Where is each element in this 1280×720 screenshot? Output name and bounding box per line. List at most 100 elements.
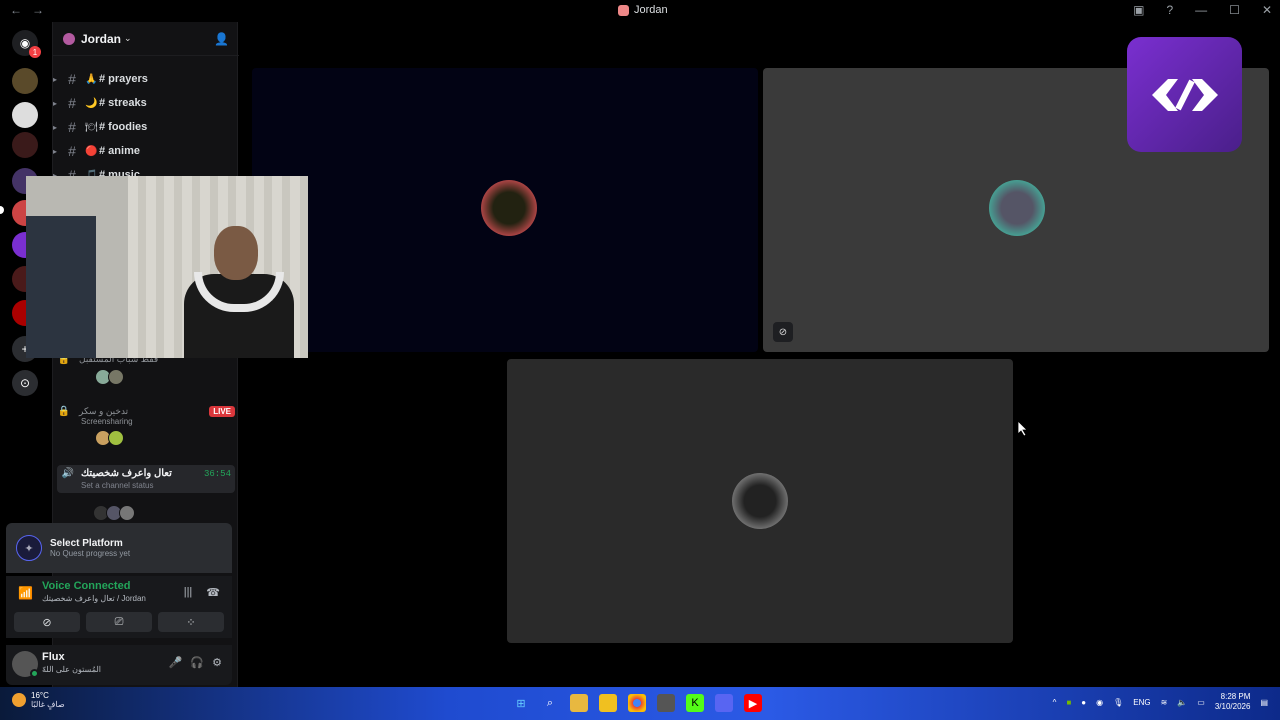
channel-item-streaks[interactable]: ▸ # 🌙 # streaks — [53, 92, 239, 114]
forward-icon[interactable]: → — [32, 3, 44, 17]
call-timer: 36:54 — [203, 468, 231, 479]
disconnect-icon[interactable]: ☎ — [206, 586, 220, 599]
channel-emoji: 🍽 — [85, 121, 98, 133]
username[interactable]: Flux — [42, 651, 65, 663]
voice-channel-name: تعال واعرف شخصيتك — [81, 468, 172, 479]
signal-icon[interactable]: 📶 — [18, 586, 33, 600]
camera-off-icon: ⊘ — [773, 322, 793, 342]
quest-subtitle: No Quest progress yet — [50, 549, 131, 558]
avatar[interactable] — [108, 369, 124, 385]
nvidia-icon[interactable]: ■ — [1066, 698, 1071, 707]
help-icon[interactable]: ? — [1166, 3, 1173, 17]
clock-time: 8:28 PM — [1220, 692, 1251, 701]
activities-button[interactable]: ⁘ — [158, 612, 224, 632]
channel-item-foodies[interactable]: ▸ # 🍽 # foodies — [53, 116, 239, 138]
hash-icon: # — [68, 143, 76, 159]
tray-app-icon[interactable]: ● — [1081, 698, 1086, 707]
stream-logo-overlay — [1127, 37, 1242, 152]
noise-suppression-icon[interactable]: ||| — [184, 586, 193, 599]
voice-channel-item[interactable]: 🔒 فقط شباب المستقبل — [57, 354, 235, 385]
clock[interactable]: 8:28 PM 3/10/2026 — [1215, 692, 1251, 712]
participant-avatar — [989, 180, 1045, 236]
channel-item-anime[interactable]: ▸ # 🔴 # anime — [53, 140, 239, 162]
mouse-cursor-icon — [1018, 421, 1028, 437]
settings-gear-icon[interactable]: ⚙ — [212, 656, 222, 669]
voice-members — [95, 430, 235, 446]
chevron-up-icon[interactable]: ^ — [1053, 698, 1057, 707]
chevron-right-icon: ▸ — [53, 98, 58, 108]
avatar[interactable] — [119, 505, 135, 521]
app-icon[interactable] — [657, 694, 675, 712]
avatar[interactable] — [12, 651, 39, 678]
voice-channel-path[interactable]: تعال واعرف شخصيتك / Jordan — [42, 594, 146, 603]
guild-header[interactable]: Jordan ⌄ 👤 — [53, 22, 239, 56]
channel-status-prompt[interactable]: Set a channel status — [81, 481, 231, 490]
window-title: Jordan — [618, 4, 668, 16]
chevron-right-icon: ▸ — [53, 146, 58, 156]
quest-title: Select Platform — [50, 538, 123, 549]
logo-mark-icon — [1151, 78, 1218, 111]
hash-icon: # — [68, 119, 76, 135]
weather-icon — [12, 693, 26, 707]
server-icon[interactable] — [12, 68, 38, 94]
steam-icon[interactable]: ◉ — [1096, 698, 1103, 707]
notifications-icon[interactable]: ▤ — [1260, 698, 1268, 707]
server-icon[interactable] — [12, 132, 38, 158]
user-panel: Flux المُستون على اللهّ 🎤 🎧 ⚙ — [6, 645, 232, 685]
participant-avatar — [732, 473, 788, 529]
inbox-icon[interactable]: ▣ — [1133, 3, 1144, 17]
channel-item-prayers[interactable]: ▸ # 🙏 # prayers — [53, 68, 239, 90]
lock-icon: 🔒 — [57, 406, 71, 417]
chevron-down-icon: ⌄ — [124, 33, 132, 43]
search-icon[interactable]: ⌕ — [541, 694, 559, 712]
battery-icon[interactable]: ▭ — [1197, 698, 1205, 707]
minimize-button[interactable]: — — [1195, 3, 1207, 17]
voice-channel-active[interactable]: 🔊 تعال واعرف شخصيتك 36:54 Set a channel … — [57, 465, 235, 493]
voice-channel-item[interactable]: 🔒 تدخين و سكر LIVE Screensharing — [57, 406, 235, 446]
voice-channel-name: تدخين و سكر — [79, 406, 129, 416]
participant-tile[interactable] — [507, 359, 1013, 643]
invite-icon[interactable]: 👤 — [214, 32, 229, 46]
avatar[interactable] — [108, 430, 124, 446]
voice-connected-label[interactable]: Voice Connected — [42, 580, 130, 592]
quest-panel[interactable]: ✦ Select Platform No Quest progress yet — [6, 523, 232, 573]
microphone-tray-icon[interactable]: 🎙 — [1113, 698, 1123, 707]
channel-emoji: 🌙 — [85, 97, 98, 109]
chrome-icon[interactable] — [628, 694, 646, 712]
back-icon[interactable]: ← — [10, 3, 22, 17]
voice-stage: ⊘ — [240, 22, 1280, 687]
discord-home-icon[interactable]: ◉ 1 — [12, 30, 41, 58]
store-icon[interactable] — [599, 694, 617, 712]
voice-channel-activity: Screensharing — [81, 417, 133, 426]
language-indicator[interactable]: ENG — [1133, 698, 1150, 707]
discord-icon[interactable] — [715, 694, 733, 712]
headphones-icon[interactable]: 🎧 — [190, 656, 204, 669]
discover-icon[interactable]: ⊙ — [12, 370, 38, 396]
server-icon[interactable] — [12, 102, 38, 128]
channel-name: # streaks — [99, 97, 147, 109]
participant-tile[interactable] — [252, 68, 758, 352]
kick-icon[interactable]: K — [686, 694, 704, 712]
share-screen-button[interactable]: ⎚ — [86, 612, 152, 632]
wifi-icon[interactable]: ≋ — [1161, 698, 1168, 707]
user-status: المُستون على اللهّ — [42, 665, 101, 674]
voice-members — [95, 369, 235, 385]
camera-off-button[interactable]: ⊘ — [14, 612, 80, 632]
youtube-icon[interactable]: ▶ — [744, 694, 762, 712]
channel-emoji: 🔴 — [85, 145, 98, 157]
volume-icon[interactable]: 🔈 — [1177, 698, 1187, 707]
os-taskbar: 16°C صافٍ غالبًا ⊞ ⌕ K ▶ ^ ■ ● ◉ 🎙 ENG ≋… — [0, 687, 1280, 720]
weather-widget[interactable]: 16°C صافٍ غالبًا — [12, 691, 65, 709]
online-status-dot — [30, 669, 39, 678]
participant-avatar — [481, 180, 537, 236]
start-icon[interactable]: ⊞ — [512, 694, 530, 712]
microphone-icon[interactable]: 🎤 — [169, 656, 183, 669]
window-controls: ▣ ? — ☐ ✕ — [1133, 3, 1272, 17]
channel-emoji: 🙏 — [85, 73, 98, 85]
channel-name: # anime — [99, 145, 140, 157]
maximize-button[interactable]: ☐ — [1229, 3, 1240, 17]
webcam-overlay — [26, 176, 308, 358]
file-explorer-icon[interactable] — [570, 694, 588, 712]
close-button[interactable]: ✕ — [1262, 3, 1272, 17]
weather-desc: صافٍ غالبًا — [31, 700, 65, 709]
